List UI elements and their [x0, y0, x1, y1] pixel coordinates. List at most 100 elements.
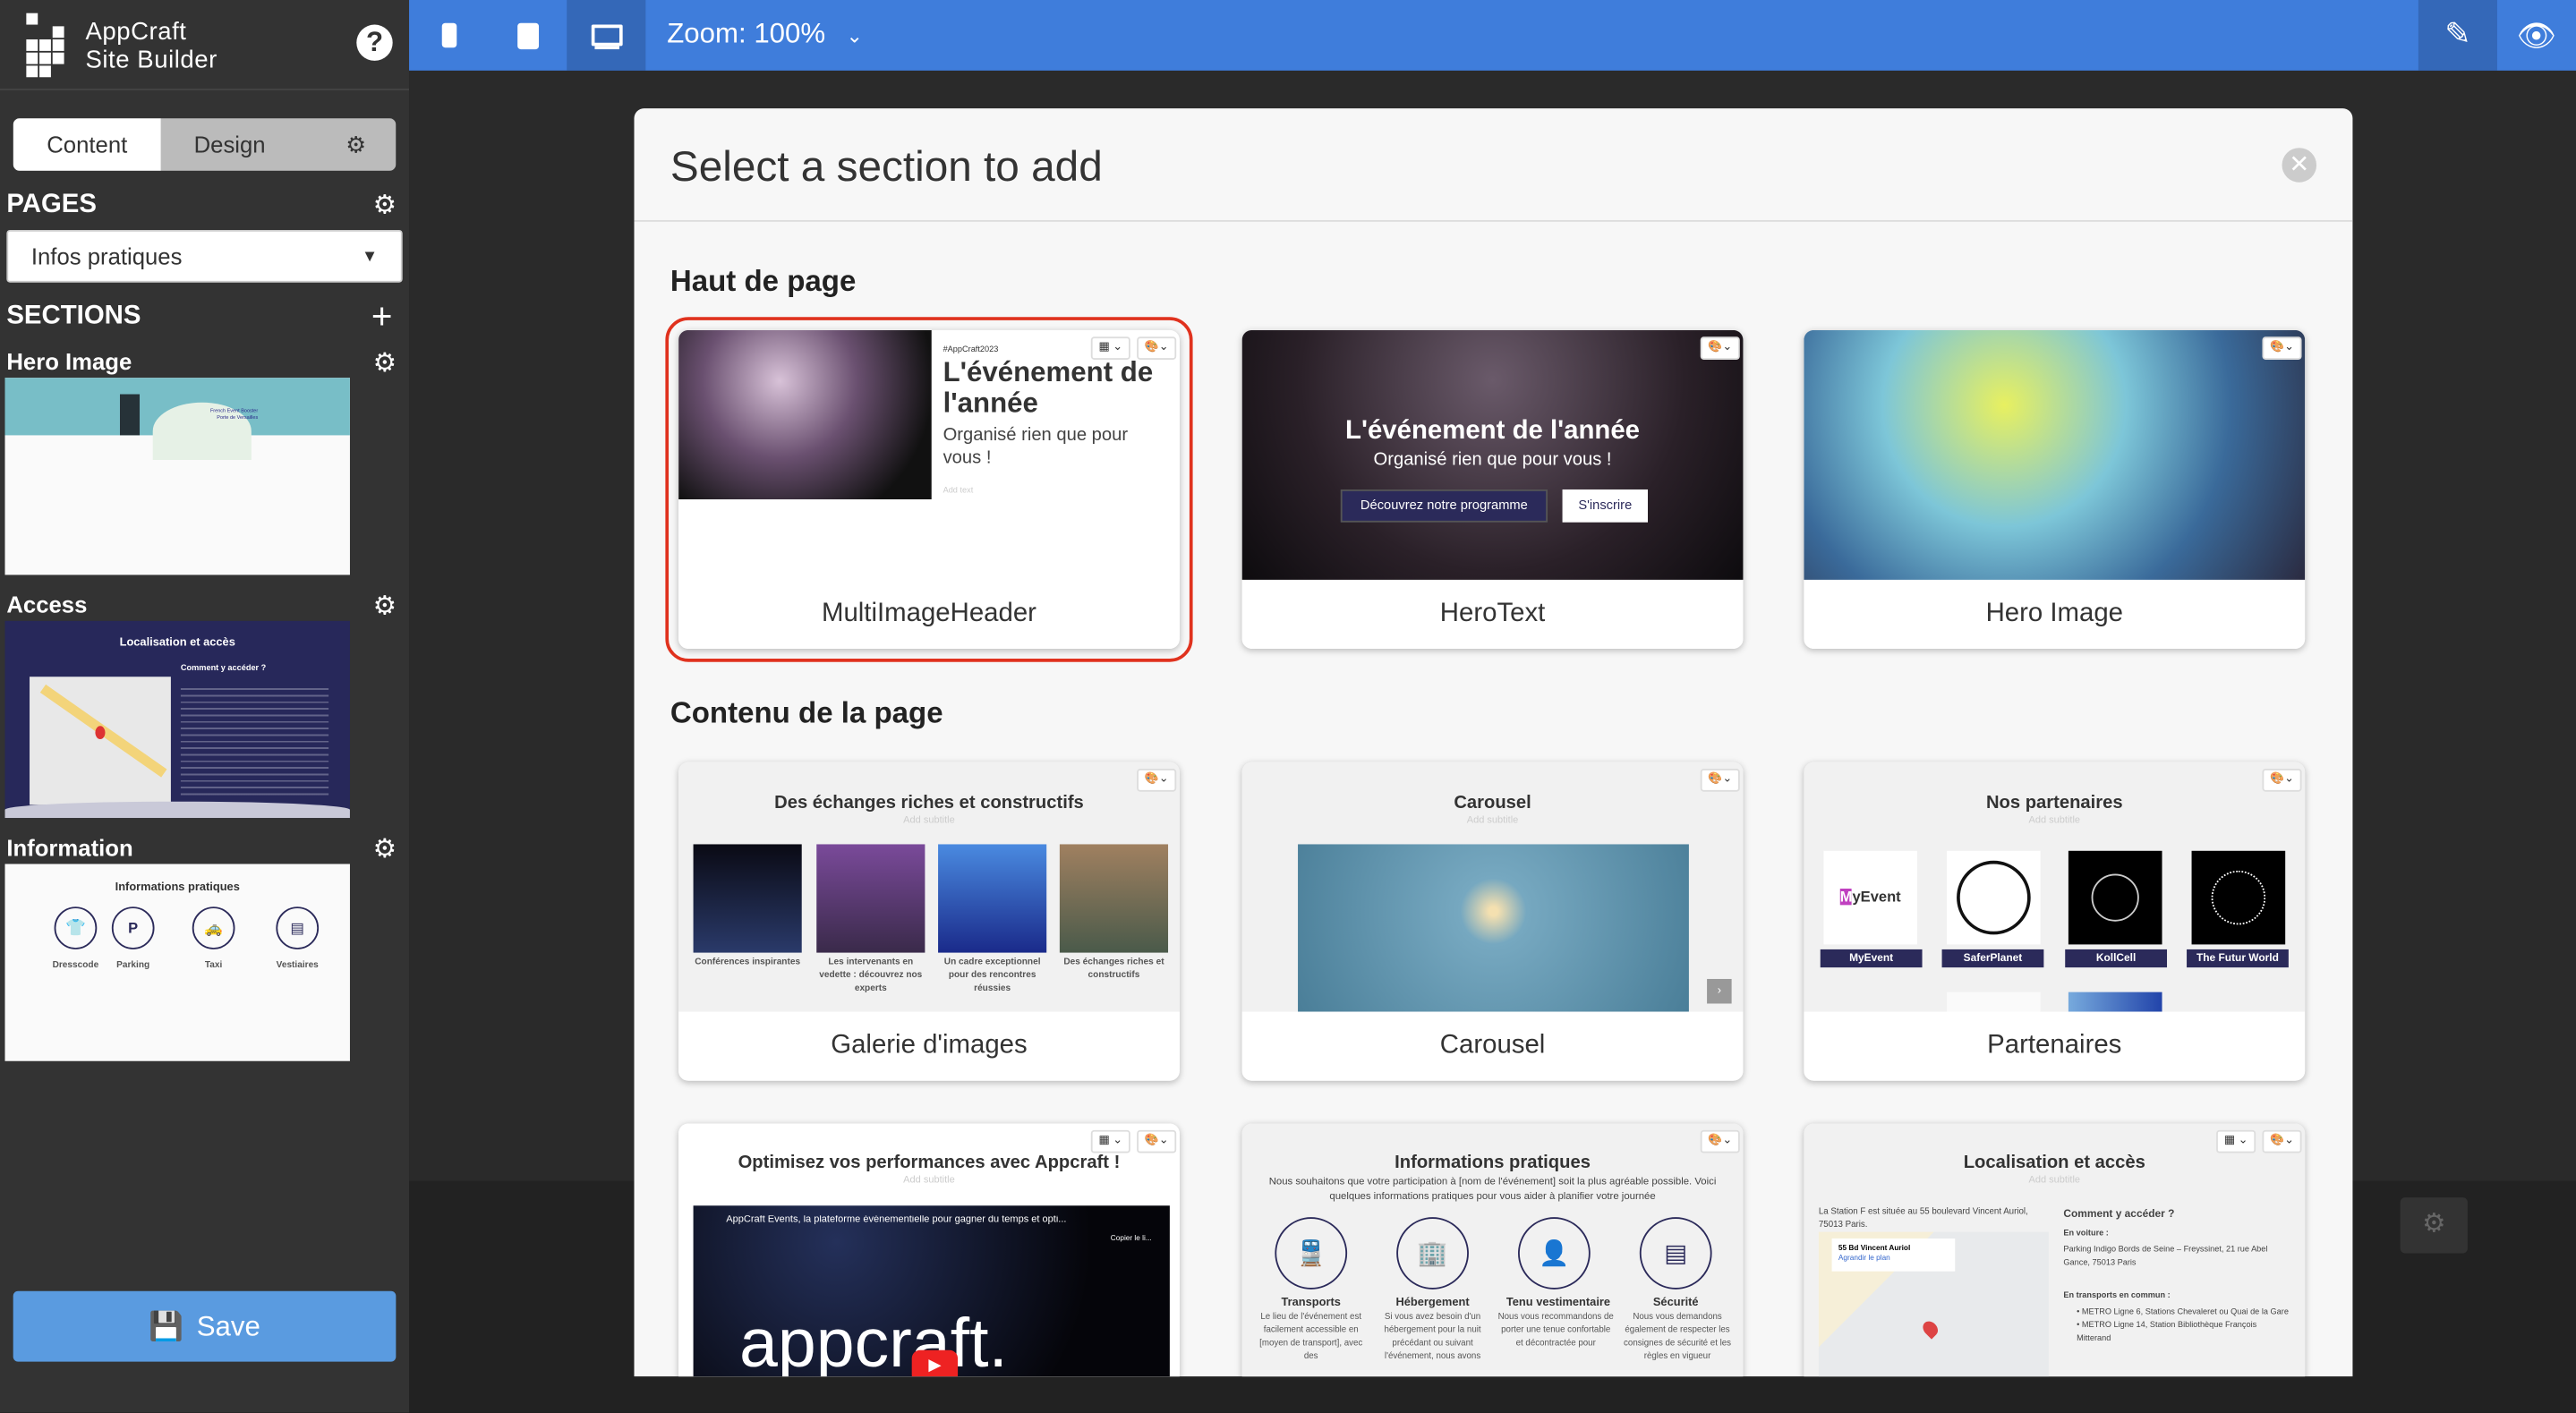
myevent-logo: MyEvent: [1823, 850, 1918, 945]
train-icon: 🚆: [1275, 1217, 1348, 1290]
section-thumb-hero-image[interactable]: French Event Booster Porte de Versailles: [4, 378, 350, 575]
layout-dropdown-icon[interactable]: ▦ ⌄: [1090, 1129, 1130, 1153]
sections-header: SECTIONS: [6, 302, 141, 330]
map-pin-icon: [1920, 1318, 1941, 1340]
section-card-herotext[interactable]: L'événement de l'année Organisé rien que…: [1241, 329, 1744, 650]
preview-subtitle: Add subtitle: [2028, 816, 2081, 827]
palette-dropdown-icon[interactable]: 🎨⌄: [2262, 769, 2302, 792]
tab-content[interactable]: Content: [13, 118, 161, 171]
copy-link[interactable]: Copier le li...: [1111, 1233, 1152, 1241]
video-player[interactable]: AppCraft Events, la plateforme événement…: [693, 1205, 1170, 1377]
section-label-hero-image: Hero Image: [6, 348, 132, 375]
preview-title: Des échanges riches et constructifs: [774, 793, 1084, 813]
transit-line: METRO Ligne 6, Stations Chevaleret ou Qu…: [2081, 1307, 2289, 1318]
transit-line: METRO Ligne 14, Station Bibliothèque Fra…: [2077, 1320, 2257, 1344]
palette-dropdown-icon[interactable]: 🎨⌄: [1700, 336, 1740, 360]
section-card-video[interactable]: ▦ ⌄ 🎨⌄ Optimisez vos performances avec A…: [678, 1123, 1180, 1377]
desktop-view-icon[interactable]: [567, 0, 646, 71]
gallery-caption: Conférences inspirantes: [695, 958, 801, 968]
palette-dropdown-icon[interactable]: 🎨⌄: [1137, 336, 1177, 360]
appcraft-logo-icon: [26, 13, 75, 79]
thumb-item: Parking: [116, 960, 150, 971]
sidebar: AppCraft Site Builder ? Content Design ⚙ P…: [0, 0, 410, 1413]
toolbar: Zoom: 100% ⌄ ✎ 👁: [409, 0, 2576, 71]
kollcell-logo: [2091, 873, 2139, 922]
map-label: 55 Bd Vincent Auriol: [1838, 1243, 1911, 1252]
taxi-icon: 🚕: [192, 907, 235, 949]
transit-lines: • METRO Ligne 6, Stations Chevaleret ou …: [2077, 1307, 2289, 1344]
location-address: La Station F est située au 55 boulevard …: [1818, 1207, 2028, 1230]
edit-icon[interactable]: ✎: [2418, 0, 2497, 71]
section-gear-icon[interactable]: ⚙: [373, 833, 397, 866]
preview-title: Localisation et accès: [1963, 1153, 2145, 1173]
card-label: Carousel: [1241, 1011, 1744, 1081]
card-label: Partenaires: [1804, 1011, 2306, 1081]
section-card-partners[interactable]: 🎨⌄ Nos partenaires Add subtitle MyEvent …: [1804, 762, 2306, 1081]
section-thumb-information[interactable]: Informations pratiques 👕 P 🚕 ▤ Dresscode…: [4, 864, 350, 1061]
info-item-title: Hébergement: [1395, 1298, 1470, 1309]
carousel-next-icon[interactable]: ›: [1707, 978, 1732, 1004]
section-card-carousel[interactable]: 🎨⌄ Carousel Add subtitle › Carousel: [1241, 762, 1744, 1081]
car-address: Parking Indigo Bords de Seine – Freyssin…: [2063, 1245, 2268, 1269]
layout-dropdown-icon[interactable]: ▦ ⌄: [1090, 336, 1130, 360]
carousel-image: [1298, 844, 1689, 1012]
group-title: Haut de page: [670, 264, 857, 298]
section-gear-icon[interactable]: ⚙: [373, 346, 397, 379]
section-card-gallery[interactable]: 🎨⌄ Des échanges riches et constructifs A…: [678, 762, 1180, 1081]
tab-design[interactable]: Design ⚙: [160, 118, 397, 171]
map[interactable]: 55 Bd Vincent Auriol Agrandir le plan: [1818, 1231, 2049, 1377]
info-item-title: Sécurité: [1652, 1298, 1699, 1309]
divider: [0, 89, 410, 90]
tshirt-icon: 👕: [54, 907, 98, 949]
tab-design-label: Design: [193, 131, 266, 158]
partner-label: The Futur World: [2187, 949, 2289, 968]
help-icon[interactable]: ?: [356, 24, 393, 61]
add-section-plus-icon[interactable]: +: [371, 295, 393, 338]
gallery-caption: Les intervenants en vedette : découvrez …: [819, 958, 923, 994]
close-icon[interactable]: ✕: [2282, 148, 2317, 183]
hero-title: L'événement de l'année: [943, 356, 1154, 420]
thumb-title: Localisation et accès: [119, 637, 235, 650]
youtube-play-icon[interactable]: ▶: [911, 1349, 959, 1377]
chevron-down-icon: ▼: [361, 247, 379, 266]
mode-tabs: Content Design ⚙: [13, 118, 397, 171]
info-item-desc: Le lieu de l'événement est facilement ac…: [1259, 1312, 1363, 1362]
section-thumb-access[interactable]: Localisation et accès Comment y accéder …: [4, 620, 350, 819]
palette-dropdown-icon[interactable]: 🎨⌄: [1700, 1129, 1740, 1153]
pages-settings-gear-icon[interactable]: ⚙: [373, 189, 397, 222]
section-card-hero-image[interactable]: 🎨⌄ Hero Image: [1804, 329, 2306, 650]
transit-label: En transports en commun :: [2063, 1290, 2171, 1301]
person-tie-icon: 👤: [1518, 1217, 1591, 1290]
gallery-caption: Des échanges riches et constructifs: [1063, 958, 1164, 981]
palette-dropdown-icon[interactable]: 🎨⌄: [2262, 1129, 2302, 1153]
how-to-access: Comment y accéder ?: [2063, 1208, 2175, 1221]
thumb-text: Porte de Versailles: [217, 413, 259, 421]
mobile-view-icon[interactable]: [409, 0, 488, 71]
eye-preview-icon[interactable]: 👁: [2497, 0, 2576, 71]
map-link[interactable]: Agrandir le plan: [1838, 1253, 1949, 1263]
partner-label: MyEvent: [1820, 949, 1923, 968]
palette-dropdown-icon[interactable]: 🎨⌄: [2262, 336, 2302, 360]
save-button[interactable]: 💾 Save: [13, 1290, 397, 1362]
palette-dropdown-icon[interactable]: 🎨⌄: [1137, 1129, 1177, 1153]
partner-label: KollCell: [2065, 949, 2168, 968]
info-item-desc: Si vous avez besoin d'un hébergement pou…: [1384, 1312, 1481, 1362]
thumb-subtitle: Comment y accéder ?: [180, 663, 267, 674]
section-card-infos[interactable]: 🎨⌄ Informations pratiques Nous souhaiton…: [1241, 1123, 1744, 1377]
concert-photo: [678, 329, 932, 499]
zoom-dropdown[interactable]: Zoom: 100% ⌄: [667, 18, 863, 51]
tablet-view-icon[interactable]: [488, 0, 567, 71]
section-card-location[interactable]: ▦ ⌄ 🎨⌄ Localisation et accès Add subtitl…: [1804, 1123, 2306, 1377]
section-gear-icon[interactable]: ⚙: [373, 590, 397, 623]
preview-subtitle: Add subtitle: [903, 1176, 955, 1187]
layout-dropdown-icon[interactable]: ▦ ⌄: [2216, 1129, 2256, 1153]
palette-dropdown-icon[interactable]: 🎨⌄: [1700, 769, 1740, 792]
palette-dropdown-icon[interactable]: 🎨⌄: [1137, 769, 1177, 792]
thumb-text: French Event Booster: [209, 407, 259, 414]
appcraft-video-logo: appcraft.: [738, 1304, 1008, 1377]
section-card-multiimageheader[interactable]: #AppCraft2023 L'événement de l'année Org…: [665, 317, 1193, 662]
brand-name: AppCraft Site Builder: [85, 18, 217, 73]
gear-icon[interactable]: ⚙: [345, 131, 366, 158]
page-select[interactable]: Infos pratiques ▼: [6, 229, 403, 283]
preview-subtitle: Add subtitle: [2028, 1176, 2081, 1187]
